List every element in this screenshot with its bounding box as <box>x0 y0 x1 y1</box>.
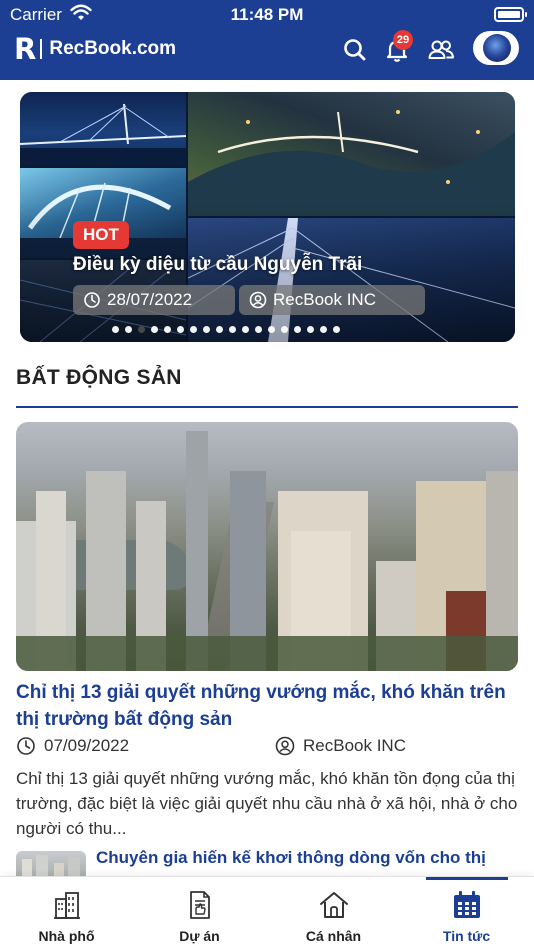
tab-label: Tin tức <box>442 928 491 944</box>
article-image[interactable] <box>16 422 518 671</box>
tab-tin-tuc[interactable]: Tin tức <box>400 877 533 950</box>
bottom-tab-bar: Nhà phố Dự án Cá nhân Tin tức <box>0 876 534 950</box>
carousel-image-aerial-river <box>188 92 515 216</box>
battery-icon <box>494 7 527 22</box>
logo-mark: R <box>14 32 36 66</box>
carousel-dot[interactable] <box>333 326 340 333</box>
section-title: BẤT ĐỘNG SẢN <box>16 366 182 389</box>
clock: 11:48 PM <box>230 5 304 24</box>
tab-label: Nhà phố <box>38 928 95 944</box>
clock-icon <box>17 737 35 755</box>
carousel-dot[interactable] <box>242 326 249 333</box>
carousel-image-bridge-night <box>20 92 186 166</box>
carousel-dot[interactable] <box>216 326 223 333</box>
carousel-pagination[interactable] <box>112 326 340 333</box>
article-author-name: RecBook INC <box>303 736 406 755</box>
profile-button[interactable] <box>473 31 519 65</box>
featured-carousel[interactable]: HOT Điều kỳ diệu từ cầu Nguyễn Trãi 28/0… <box>20 92 515 342</box>
carousel-date-chip: 28/07/2022 <box>73 285 235 315</box>
article-title[interactable]: Chỉ thị 13 giải quyết những vướng mắc, k… <box>16 679 521 733</box>
users-icon[interactable] <box>427 36 455 64</box>
hot-badge: HOT <box>73 221 129 249</box>
house-icon <box>319 892 348 918</box>
article-date: 07/09/2022 <box>16 736 129 756</box>
tab-label: Cá nhân <box>305 928 362 944</box>
carousel-author: RecBook INC <box>273 290 376 309</box>
carousel-dot[interactable] <box>177 326 184 333</box>
tab-du-an[interactable]: Dự án <box>133 877 266 950</box>
notification-badge: 29 <box>393 30 413 50</box>
article-description: Chỉ thị 13 giải quyết những vướng mắc, k… <box>16 769 518 838</box>
carousel-date: 28/07/2022 <box>107 290 193 309</box>
carousel-dot[interactable] <box>203 326 210 333</box>
article-author: RecBook INC <box>275 736 406 756</box>
carousel-dot[interactable] <box>190 326 197 333</box>
carousel-dot[interactable] <box>112 326 119 333</box>
carousel-dot[interactable] <box>307 326 314 333</box>
app-header: Carrier 11:48 PM R RecBook.com 29 <box>0 0 534 80</box>
tab-label: Dự án <box>179 928 220 944</box>
carousel-dot[interactable] <box>268 326 275 333</box>
brand-logo[interactable]: R RecBook.com <box>14 32 177 66</box>
carousel-dot[interactable] <box>294 326 301 333</box>
carousel-dot[interactable] <box>229 326 236 333</box>
section-divider <box>16 406 518 408</box>
status-bar: Carrier 11:48 PM <box>0 0 534 30</box>
user-icon <box>249 291 267 309</box>
carousel-author-chip: RecBook INC <box>239 285 425 315</box>
article-title[interactable]: Chuyên gia hiến kế khơi thông dòng vốn c… <box>96 846 506 870</box>
carousel-dot[interactable] <box>255 326 262 333</box>
carousel-dot[interactable] <box>281 326 288 333</box>
avatar <box>483 34 511 62</box>
calendar-icon <box>453 891 480 918</box>
tab-nha-pho[interactable]: Nhà phố <box>0 877 133 950</box>
article-date-value: 07/09/2022 <box>44 736 130 755</box>
search-icon[interactable] <box>341 36 369 64</box>
tab-ca-nhan[interactable]: Cá nhân <box>267 877 400 950</box>
carousel-title[interactable]: Điều kỳ diệu từ cầu Nguyễn Trãi <box>73 254 362 276</box>
clock-icon <box>84 292 100 308</box>
carousel-dot[interactable] <box>164 326 171 333</box>
brand-name: RecBook.com <box>49 38 177 59</box>
user-icon <box>275 736 295 756</box>
document-icon <box>189 891 210 919</box>
carousel-dot[interactable] <box>125 326 132 333</box>
carousel-dot[interactable] <box>138 326 145 333</box>
carousel-dot[interactable] <box>320 326 327 333</box>
logo-divider <box>40 39 43 59</box>
carousel-dot[interactable] <box>151 326 158 333</box>
building-icon <box>53 892 80 919</box>
